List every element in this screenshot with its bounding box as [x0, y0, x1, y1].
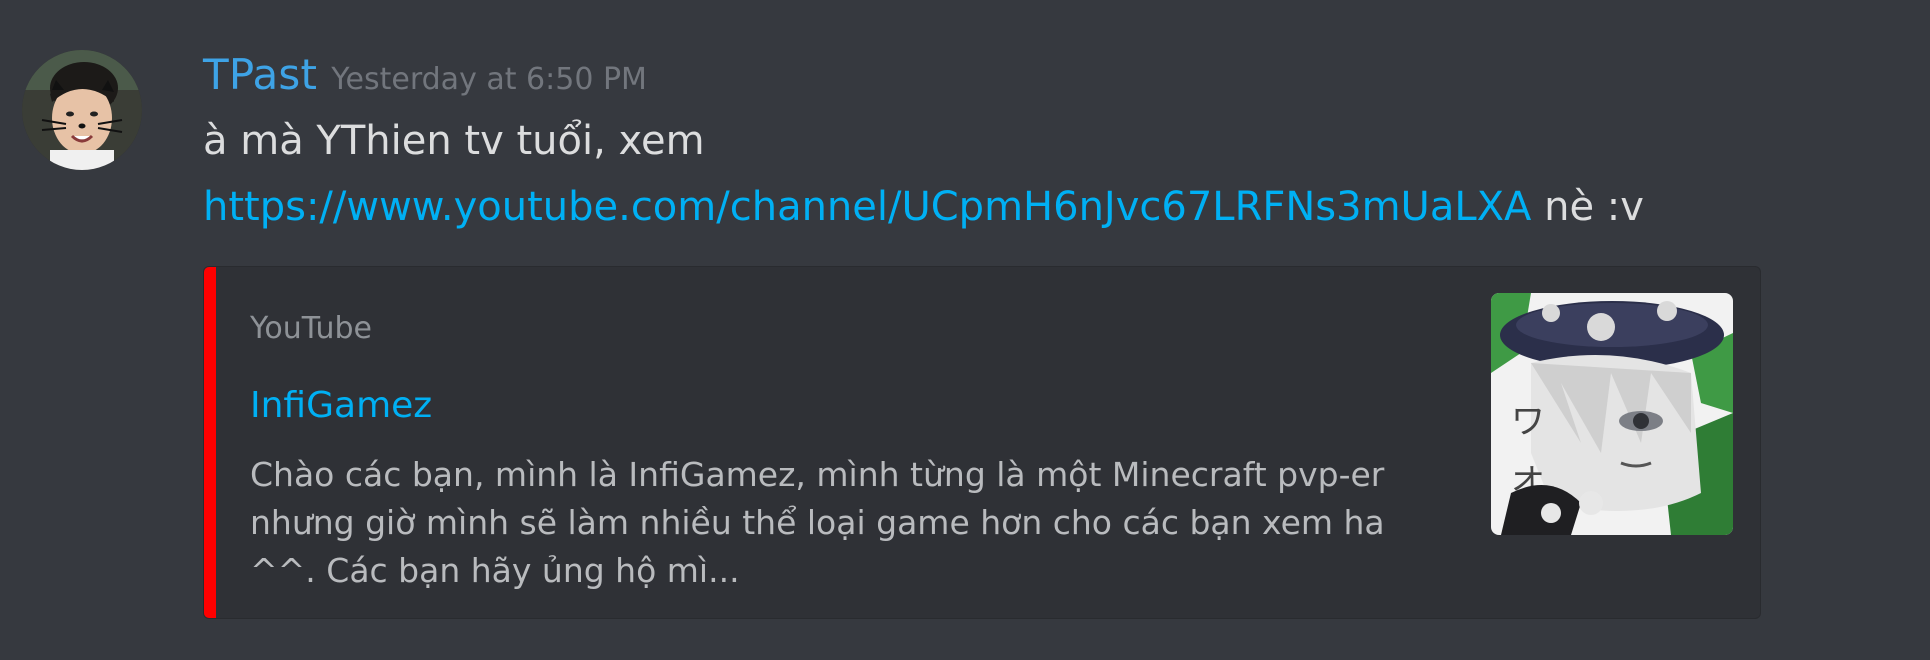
anime-character-thumbnail-icon: ワ オ — [1491, 293, 1733, 535]
avatar-image — [22, 50, 142, 170]
youtube-channel-link[interactable]: https://www.youtube.com/channel/UCpmH6nJ… — [203, 184, 1531, 230]
chat-message: TPast Yesterday at 6:50 PM à mà YThien tv… — [0, 0, 1930, 660]
message-text: à mà YThien tv tuổi, xem — [203, 118, 705, 164]
embed-description: Chào các bạn, mình là InfiGamez, mình từ… — [250, 455, 1385, 590]
message-text-link-line: https://www.youtube.com/channel/UCpmH6nJ… — [203, 184, 1644, 230]
link-embed: YouTube InfiGamez Chào các bạn, mình là … — [203, 266, 1761, 619]
embed-title-link[interactable]: InfiGamez — [250, 385, 432, 426]
svg-text:ワ: ワ — [1511, 402, 1545, 442]
message-text-suffix: nè :v — [1531, 184, 1644, 230]
message-header: TPast Yesterday at 6:50 PM — [203, 50, 647, 99]
embed-thumbnail[interactable]: ワ オ — [1491, 293, 1733, 535]
user-avatar[interactable] — [22, 50, 142, 170]
embed-provider: YouTube — [250, 311, 372, 346]
embed-accent-bar — [204, 267, 216, 618]
username[interactable]: TPast — [203, 50, 317, 99]
timestamp: Yesterday at 6:50 PM — [331, 62, 647, 97]
